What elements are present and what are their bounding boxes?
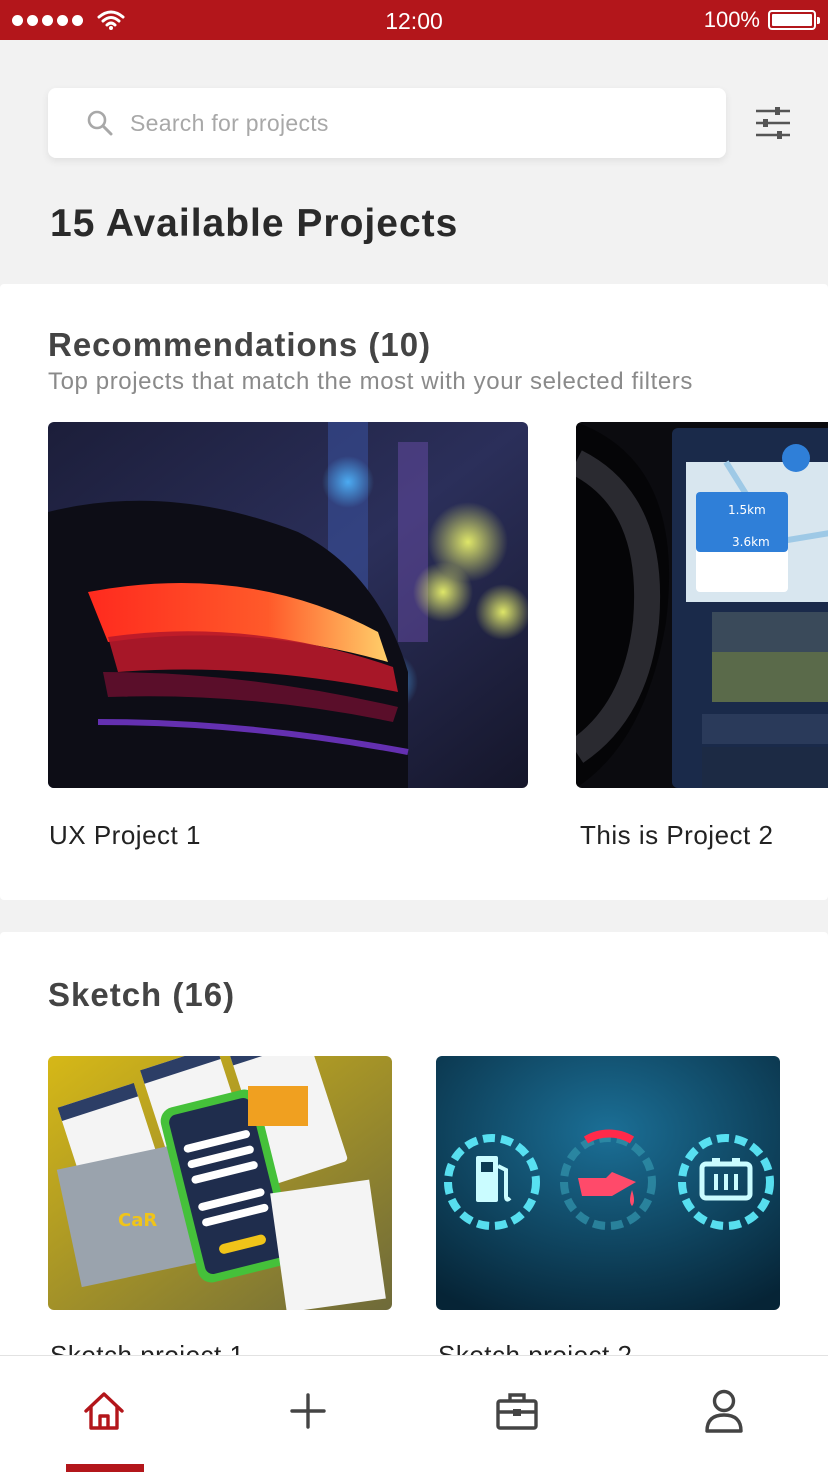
- svg-text:CaR: CaR: [118, 1210, 157, 1231]
- nav-add[interactable]: [283, 1386, 333, 1436]
- nav-projects[interactable]: [492, 1386, 542, 1436]
- sketch-section: Sketch (16) CaR Sketch project 1 Sketch …: [0, 932, 828, 1362]
- status-bar: 12:00 100%: [0, 0, 828, 40]
- filter-sliders-icon: [756, 107, 790, 139]
- search-bar[interactable]: [48, 88, 726, 158]
- search-icon: [87, 110, 113, 136]
- project-thumbnail[interactable]: CaR: [48, 1056, 392, 1310]
- active-tab-indicator: [66, 1464, 144, 1472]
- search-input[interactable]: [130, 109, 670, 137]
- svg-text:3.6km: 3.6km: [732, 535, 770, 549]
- project-thumbnail[interactable]: [436, 1056, 780, 1310]
- user-icon: [705, 1389, 743, 1433]
- project-title[interactable]: UX Project 1: [49, 820, 201, 851]
- car-taillight-image: [48, 422, 528, 788]
- page-title: 15 Available Projects: [50, 202, 459, 245]
- bottom-navigation: [0, 1355, 828, 1472]
- car-dashboard-image: 1.5km 3.6km: [576, 422, 828, 788]
- recommendations-section: Recommendations (10) Top projects that m…: [0, 284, 828, 900]
- nav-home[interactable]: [79, 1386, 129, 1436]
- plus-icon: [290, 1393, 326, 1429]
- section-subtitle: Top projects that match the most with yo…: [48, 368, 693, 395]
- home-icon: [84, 1392, 124, 1430]
- nav-profile[interactable]: [699, 1386, 749, 1436]
- filter-button[interactable]: [748, 98, 798, 148]
- project-thumbnail[interactable]: [48, 422, 528, 788]
- svg-text:1.5km: 1.5km: [728, 503, 766, 517]
- dashboard-warning-icons-image: [436, 1056, 780, 1310]
- briefcase-icon: [496, 1393, 538, 1430]
- project-thumbnail[interactable]: 1.5km 3.6km: [576, 422, 828, 788]
- section-title: Sketch (16): [48, 976, 236, 1013]
- project-title[interactable]: This is Project 2: [580, 820, 773, 851]
- section-title: Recommendations (10): [48, 326, 432, 363]
- status-time: 12:00: [385, 8, 443, 34]
- battery-icon: [768, 10, 820, 30]
- mobile-app-mockups-image: CaR: [48, 1056, 392, 1310]
